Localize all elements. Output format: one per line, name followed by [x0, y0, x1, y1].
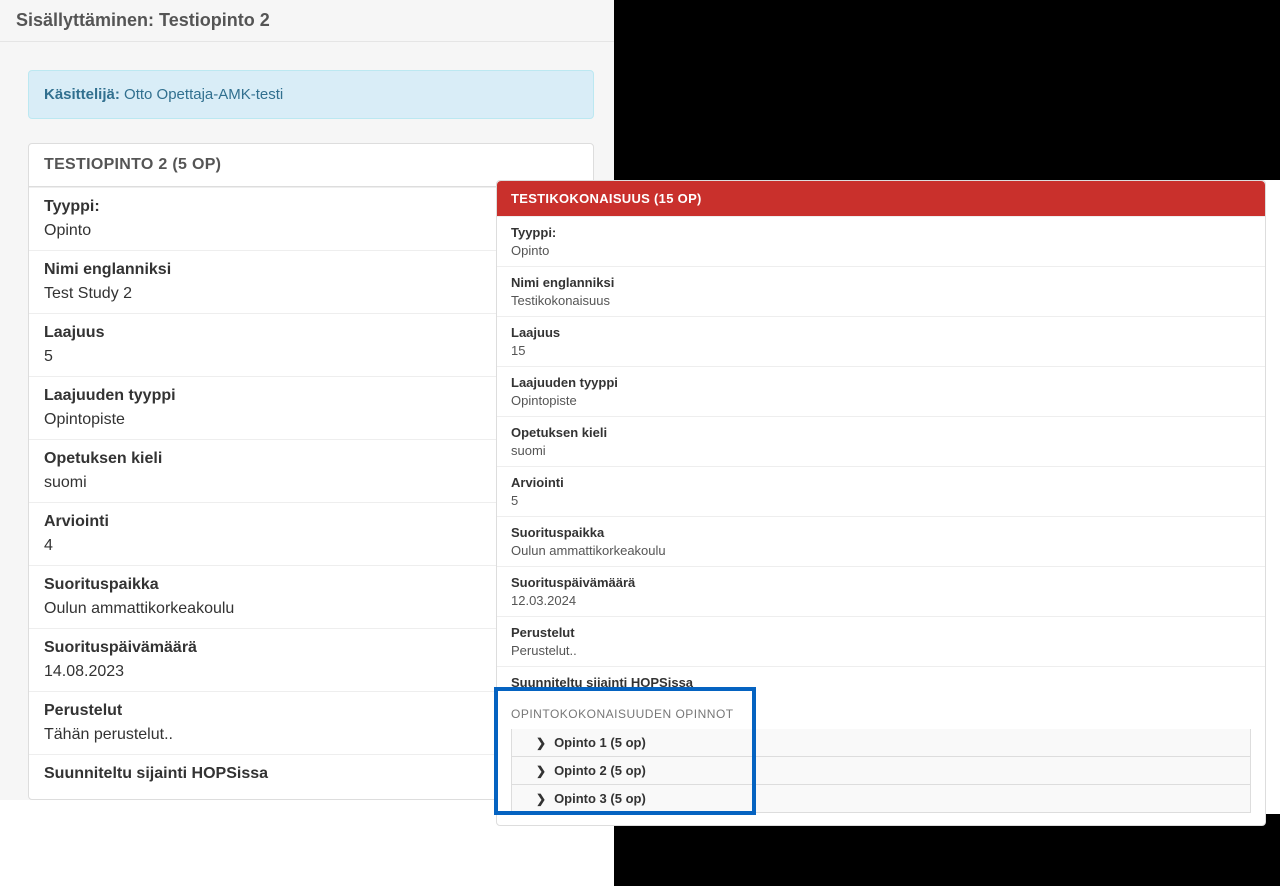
opinnot-subsection: OPINTOKOKONAISUUDEN OPINNOT ❯ Opinto 1 (… [497, 695, 1265, 825]
field-value: 12.03.2024 [511, 593, 1251, 608]
right-field-arviointi: Arviointi 5 [497, 466, 1265, 516]
opinto-label: Opinto 1 (5 op) [554, 735, 646, 750]
opinto-label: Opinto 2 (5 op) [554, 763, 646, 778]
page-title-name: Testiopinto 2 [159, 10, 270, 30]
chevron-right-icon: ❯ [536, 764, 546, 778]
field-label: Suorituspaikka [511, 525, 1251, 540]
right-field-tyyppi: Tyyppi: Opinto [497, 216, 1265, 266]
chevron-right-icon: ❯ [536, 736, 546, 750]
right-field-suorituspaivamaara: Suorituspäivämäärä 12.03.2024 [497, 566, 1265, 616]
page-title-prefix: Sisällyttäminen: [16, 10, 159, 30]
handler-name: Otto Opettaja-AMK-testi [124, 86, 283, 103]
field-label: Suorituspäivämäärä [511, 575, 1251, 590]
right-field-laajuus: Laajuus 15 [497, 316, 1265, 366]
right-field-laajuuden-tyyppi: Laajuuden tyyppi Opintopiste [497, 366, 1265, 416]
field-label: Arviointi [511, 475, 1251, 490]
opinto-row[interactable]: ❯ Opinto 2 (5 op) [511, 757, 1251, 785]
chevron-right-icon: ❯ [536, 792, 546, 806]
handler-alert: Käsittelijä: Otto Opettaja-AMK-testi [28, 70, 594, 119]
field-label: Laajuus [511, 325, 1251, 340]
field-value: Opintopiste [511, 393, 1251, 408]
field-label: Laajuuden tyyppi [511, 375, 1251, 390]
field-value: 5 [511, 493, 1251, 508]
black-background-top [614, 0, 1280, 180]
field-value: Opinto [511, 243, 1251, 258]
opinnot-subsection-title: OPINTOKOKONAISUUDEN OPINNOT [511, 701, 1251, 729]
opinto-row[interactable]: ❯ Opinto 3 (5 op) [511, 785, 1251, 813]
field-label: Nimi englanniksi [511, 275, 1251, 290]
right-field-nimi-englanniksi: Nimi englanniksi Testikokonaisuus [497, 266, 1265, 316]
field-value: suomi [511, 443, 1251, 458]
field-label: Perustelut [511, 625, 1251, 640]
right-field-suorituspaikka: Suorituspaikka Oulun ammattikorkeakoulu [497, 516, 1265, 566]
field-label: Opetuksen kieli [511, 425, 1251, 440]
handler-label: Käsittelijä: [44, 86, 120, 103]
right-field-suunniteltu-sijainti: Suunniteltu sijainti HOPSissa [497, 666, 1265, 695]
right-details-card: TESTIKOKONAISUUS (15 OP) Tyyppi: Opinto … [496, 180, 1266, 826]
field-value: 15 [511, 343, 1251, 358]
field-label: Suunniteltu sijainti HOPSissa [511, 675, 1251, 690]
field-value: Testikokonaisuus [511, 293, 1251, 308]
right-field-perustelut: Perustelut Perustelut.. [497, 616, 1265, 666]
page-title: Sisällyttäminen: Testiopinto 2 [0, 0, 614, 42]
field-value: Oulun ammattikorkeakoulu [511, 543, 1251, 558]
right-field-opetuksen-kieli: Opetuksen kieli suomi [497, 416, 1265, 466]
field-label: Tyyppi: [511, 225, 1251, 240]
opinto-label: Opinto 3 (5 op) [554, 791, 646, 806]
field-value: Perustelut.. [511, 643, 1251, 658]
opinto-row[interactable]: ❯ Opinto 1 (5 op) [511, 729, 1251, 757]
right-card-header: TESTIKOKONAISUUS (15 OP) [497, 181, 1265, 216]
